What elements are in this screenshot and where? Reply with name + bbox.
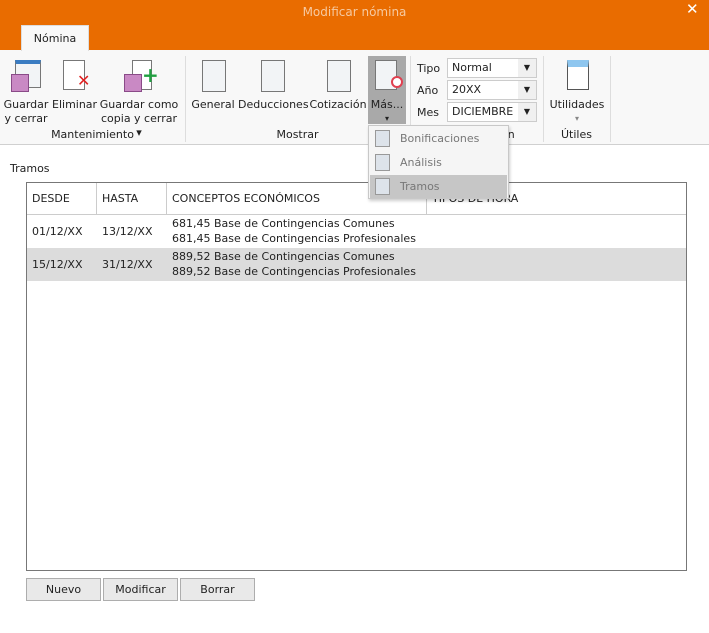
group-label-utiles: Útiles [561,128,592,141]
tab-nomina[interactable]: Nómina [21,25,89,51]
anio-label: Año [417,84,439,97]
utilidades-button[interactable]: Utilidades ▾ [548,60,606,126]
deducciones-button[interactable]: Deducciones [238,60,309,112]
menu-item-analisis[interactable]: Análisis [370,151,507,174]
hasta-cell: 31/12/XX [102,258,153,271]
nuevo-button[interactable]: Nuevo [26,578,101,601]
desde-cell: 15/12/XX [32,258,83,271]
award-form-icon [373,60,403,94]
borrar-button[interactable]: Borrar [180,578,255,601]
cotizacion-button[interactable]: Cotización [309,60,367,112]
chevron-down-icon: ▼ [518,59,536,77]
tramos-table: DESDE HASTA CONCEPTOS ECONÓMICOS TIPOS D… [26,182,687,571]
general-button[interactable]: General [191,60,235,112]
col-desde[interactable]: DESDE [27,183,97,215]
delete-document-icon: ✕ [59,60,90,94]
window-title: Modificar nómina [302,5,407,19]
table-row-selected[interactable]: 15/12/XX 31/12/XX 889,52 Base de Continge… [27,248,686,281]
chevron-down-icon: ▼ [518,81,536,99]
save-close-button[interactable]: Guardar y cerrar [3,60,49,126]
group-label-mantenimiento: Mantenimiento [51,128,134,141]
tipo-select[interactable]: Normal ▼ [447,58,537,78]
menu-item-bonificaciones[interactable]: Bonificaciones [370,127,507,150]
more-dropdown-menu: Bonificaciones Análisis Tramos [368,125,509,199]
modificar-button[interactable]: Modificar [103,578,178,601]
more-button[interactable]: Más... ▾ [368,56,406,124]
magnifier-form-icon [375,154,390,171]
hasta-cell: 13/12/XX [102,225,153,238]
separator [610,56,611,142]
form-icon [198,60,228,94]
mes-label: Mes [417,106,439,119]
col-hasta[interactable]: HASTA [97,183,167,215]
section-label: Tramos [10,162,50,175]
tipo-label: Tipo [417,62,441,75]
form-icon [257,60,287,94]
conceptos-cell: 889,52 Base de Contingencias Comunes 889,… [172,250,416,278]
chevron-down-icon: ▼ [518,103,536,121]
menu-item-tramos[interactable]: Tramos [370,175,507,198]
stack-form-icon [375,178,390,195]
award-form-icon [375,130,390,147]
table-row[interactable]: 01/12/XX 13/12/XX 681,45 Base de Continge… [27,215,686,248]
desde-cell: 01/12/XX [32,225,83,238]
close-icon[interactable]: ✕ [686,0,702,18]
save-copy-icon: + [124,60,159,94]
anio-select[interactable]: 20XX ▼ [447,80,537,100]
calculator-icon [562,60,592,94]
form-icon [323,60,353,94]
save-icon [11,60,41,94]
conceptos-cell: 681,45 Base de Contingencias Comunes 681,… [172,217,416,245]
mes-select[interactable]: DICIEMBRE ▼ [447,102,537,122]
delete-button[interactable]: ✕ Eliminar [52,60,97,112]
